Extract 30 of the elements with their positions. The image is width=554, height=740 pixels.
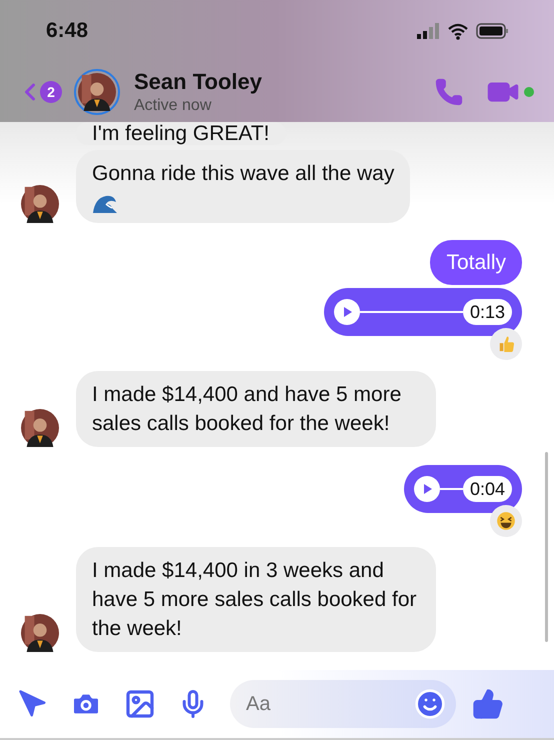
- audio-duration: 0:04: [462, 476, 512, 502]
- message-text: Totally: [446, 251, 506, 274]
- wifi-icon: [448, 22, 468, 40]
- signal-icon: [416, 22, 440, 40]
- gallery-icon[interactable]: [124, 688, 156, 720]
- avatar: [21, 614, 59, 652]
- back-button[interactable]: 2: [16, 78, 62, 106]
- avatar: [21, 409, 59, 447]
- play-icon[interactable]: [334, 299, 360, 325]
- audio-duration: 0:13: [462, 299, 512, 325]
- status-time: 6:48: [46, 18, 88, 44]
- play-icon[interactable]: [414, 476, 440, 502]
- message-text: Gonna ride this wave all the way: [92, 162, 394, 185]
- contact-name: Sean Tooley: [134, 68, 262, 96]
- voice-message[interactable]: 0:04: [404, 465, 522, 513]
- message-text: I made $14,400 and have 5 more sales calls booked for the week!: [92, 383, 402, 435]
- voice-message[interactable]: 0:13: [324, 288, 522, 336]
- avatar: [78, 73, 116, 111]
- phone-call-icon[interactable]: [434, 77, 464, 107]
- message-field[interactable]: Aa: [230, 680, 456, 728]
- unread-badge: 2: [40, 81, 62, 103]
- header-avatar[interactable]: [74, 69, 120, 115]
- battery-icon: [476, 23, 508, 39]
- message-text: I'm feeling GREAT!: [92, 122, 270, 145]
- like-icon[interactable]: [472, 688, 504, 720]
- location-icon[interactable]: [18, 689, 48, 719]
- contact-status: Active now: [134, 96, 212, 116]
- message-text: I made $14,400 in 3 weeks and have 5 more sales calls booked for the week!: [92, 559, 417, 640]
- emoji-icon[interactable]: [414, 688, 446, 720]
- avatar: [21, 185, 59, 223]
